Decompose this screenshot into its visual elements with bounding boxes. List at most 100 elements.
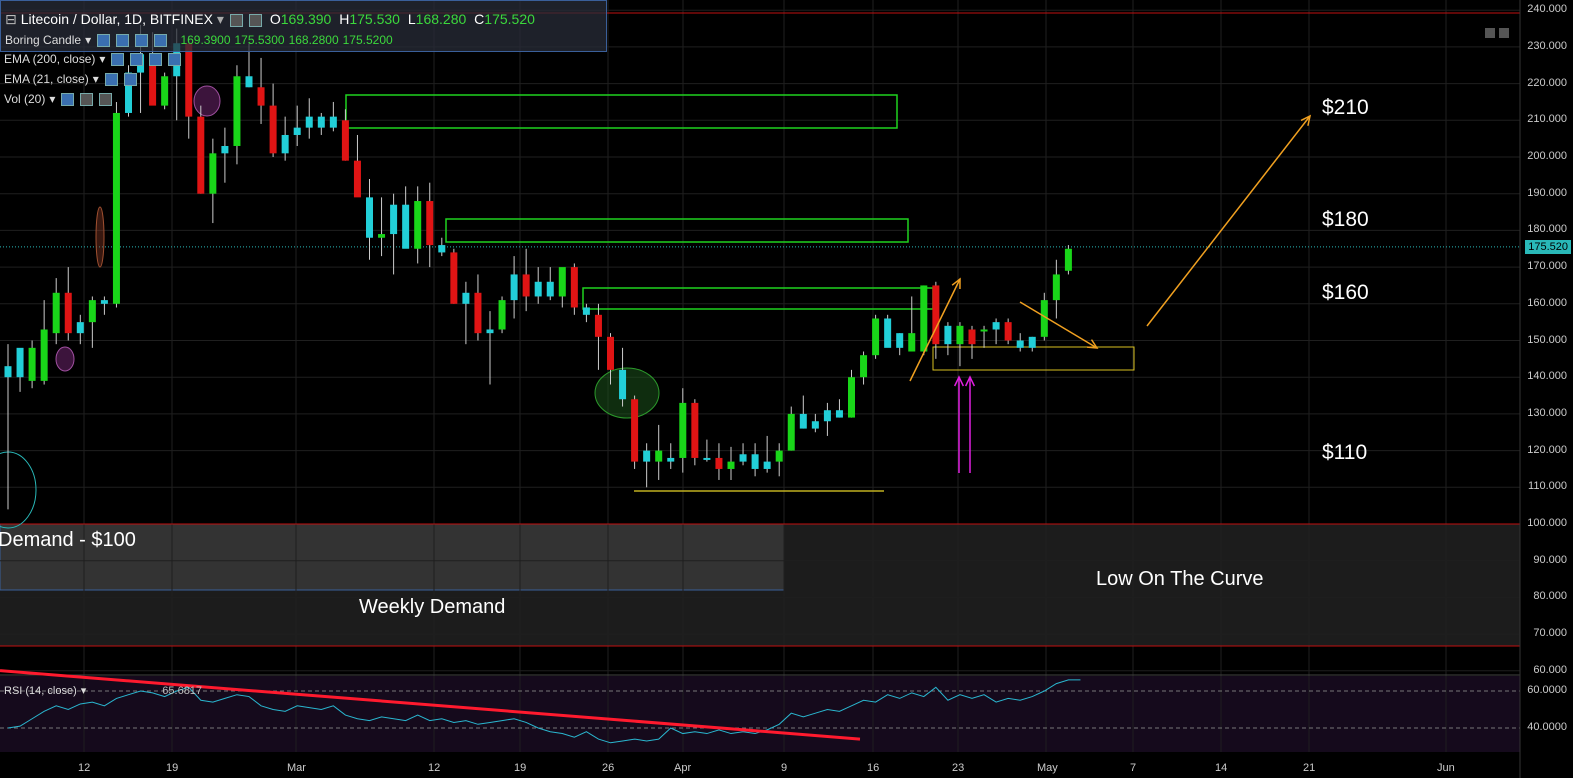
hide-icon[interactable]: [248, 13, 262, 27]
symbol-row: ⊟ Litecoin / Dollar, 1D, BITFINEX ▾ O169.3…: [5, 11, 539, 28]
x-tick-label: 21: [1303, 762, 1316, 774]
visibility-icon[interactable]: [97, 34, 111, 48]
x-tick-label: 9: [781, 762, 788, 774]
candle-body: [619, 369, 627, 400]
candle-body: [438, 245, 446, 253]
y-tick-label: 210.000: [1527, 113, 1567, 126]
settings-icon[interactable]: [130, 53, 144, 67]
x-tick-label: 7: [1130, 762, 1137, 774]
settings-icon[interactable]: [123, 73, 137, 87]
y-tick-label: 140.000: [1527, 370, 1567, 383]
visibility-icon[interactable]: [111, 53, 125, 67]
candle-body: [88, 300, 96, 323]
more-icon[interactable]: [154, 34, 168, 48]
candle-body: [40, 329, 48, 381]
candle-body: [860, 355, 868, 378]
candle-body: [4, 366, 12, 378]
ema200-label[interactable]: EMA (200, close): [4, 52, 95, 66]
supply-box-160: [582, 287, 934, 310]
candle-body: [1028, 336, 1036, 348]
highlight-ellipse: [55, 346, 75, 372]
candle-body: [558, 267, 566, 297]
chevron-down-icon[interactable]: ▾: [217, 11, 224, 27]
high-label: H: [339, 11, 350, 27]
candle-body: [546, 281, 554, 297]
candle-body: [980, 329, 988, 332]
x-tick-label: 12: [428, 762, 441, 774]
x-tick-label: Apr: [674, 762, 692, 774]
target-160-label: $160: [1322, 281, 1369, 304]
candle-body: [872, 318, 880, 356]
candle-body: [715, 457, 723, 469]
scroll-up-icon[interactable]: [1499, 28, 1509, 38]
ema21-label[interactable]: EMA (21, close): [4, 72, 89, 86]
candle-body: [197, 116, 205, 194]
candle-body: [607, 336, 614, 370]
visibility-icon[interactable]: [61, 93, 75, 107]
candle-body: [498, 300, 506, 330]
candle-body: [679, 402, 687, 458]
low-on-curve-label: Low On The Curve: [1096, 568, 1264, 590]
candle-body: [64, 292, 72, 334]
candle-body: [884, 318, 892, 348]
y-tick-label: 110.000: [1528, 480, 1567, 493]
vol-label[interactable]: Vol (20): [4, 92, 45, 106]
target-arrow: [1146, 115, 1311, 327]
chevron-down-icon[interactable]: ▾: [49, 92, 55, 106]
candle-high: 175.5300: [234, 33, 285, 47]
target-110-label: $110: [1322, 441, 1368, 464]
candle-body: [956, 325, 964, 345]
more-icon[interactable]: [168, 53, 182, 67]
candle-body: [281, 134, 289, 154]
candle-body: [1052, 274, 1060, 301]
y-tick-label: 190.000: [1527, 186, 1567, 199]
candle-body: [269, 105, 277, 154]
settings-icon[interactable]: [116, 34, 130, 48]
candle-body: [703, 457, 711, 460]
chevron-down-icon[interactable]: ▾: [81, 685, 87, 697]
target-210-label: $210: [1322, 96, 1369, 119]
open-value: 169.390: [280, 11, 332, 27]
candle-body: [751, 454, 759, 469]
close-icon[interactable]: [99, 93, 113, 107]
close-icon[interactable]: [149, 53, 163, 67]
y-tick-label: 160.000: [1527, 296, 1567, 309]
candle-body: [414, 201, 422, 249]
candle-body: [631, 399, 639, 462]
chevron-down-icon[interactable]: ▾: [99, 52, 105, 66]
symbol-title[interactable]: Litecoin / Dollar, 1D, BITFINEX: [21, 11, 213, 27]
candle-body: [305, 116, 313, 128]
candle-body: [293, 127, 301, 135]
y-tick-label: 240.000: [1527, 3, 1567, 16]
chevron-down-icon[interactable]: ▾: [85, 33, 91, 47]
scroll-down-icon[interactable]: [1485, 28, 1495, 38]
candle-type-label[interactable]: Boring Candle: [5, 33, 81, 47]
candle-body: [775, 450, 783, 462]
candle-body: [378, 234, 386, 238]
candle-body: [739, 454, 747, 462]
candle-body: [402, 204, 410, 249]
x-tick-label: Jun: [1437, 762, 1455, 774]
candle-body: [341, 120, 349, 161]
high-value: 175.530: [349, 11, 400, 27]
rsi-label[interactable]: RSI (14, close): [4, 685, 77, 697]
x-tick-label: May: [1037, 762, 1058, 774]
candle-body: [799, 413, 807, 429]
collapse-icon[interactable]: ⊟: [5, 11, 17, 27]
candle-body: [582, 307, 590, 315]
x-tick-label: 19: [514, 762, 527, 774]
y-tick-label: 200.000: [1527, 150, 1567, 162]
target-180-label: $180: [1322, 208, 1369, 231]
x-tick-label: 23: [952, 762, 965, 774]
rsi-row: RSI (14, close) ▾ 65.6817: [4, 684, 206, 697]
candle-body: [16, 347, 24, 378]
y-tick-label: 230.000: [1527, 39, 1567, 52]
candle-body: [992, 322, 1000, 330]
visibility-icon[interactable]: [104, 73, 118, 87]
close-icon[interactable]: [135, 34, 149, 48]
ema21-row: EMA (21, close) ▾: [4, 72, 141, 87]
chevron-down-icon[interactable]: ▾: [93, 72, 99, 86]
settings-icon[interactable]: [229, 13, 243, 27]
settings-icon[interactable]: [80, 93, 94, 107]
candle-body: [100, 300, 108, 304]
